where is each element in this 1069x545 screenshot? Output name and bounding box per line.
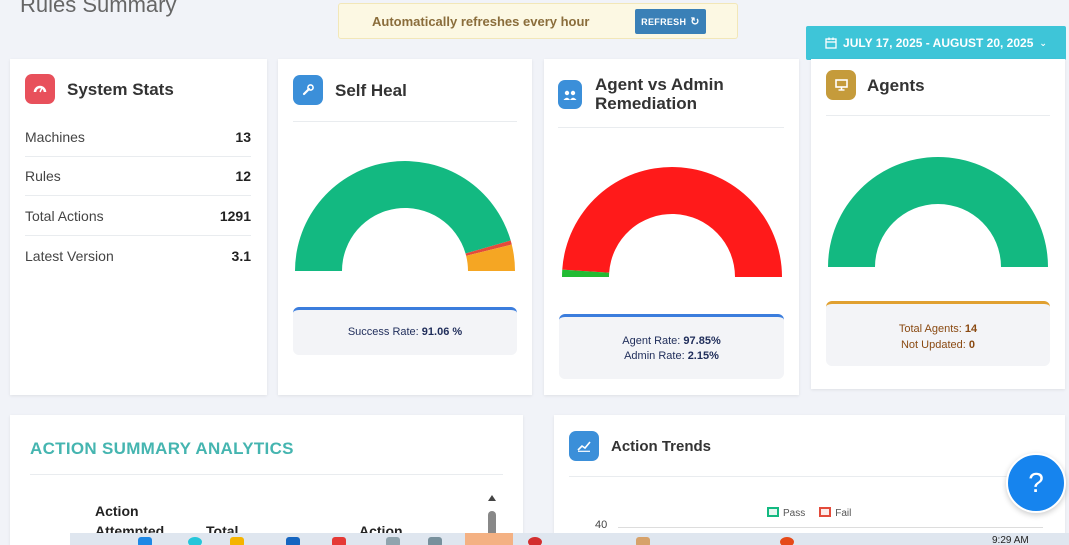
stat-label: Total Actions <box>25 208 104 224</box>
agents-counts: Total Agents: 14 Not Updated: 0 <box>826 304 1050 353</box>
agent-admin-info: Agent Rate: 97.85% Admin Rate: 2.15% <box>559 314 784 379</box>
agent-rate-label: Agent Rate: <box>622 335 681 347</box>
monitor-icon <box>826 70 856 100</box>
not-updated-label: Not Updated: <box>900 339 966 351</box>
agent-admin-card: Agent vs Admin Remediation Agent Rate: 9… <box>544 59 799 395</box>
total-agents-line: Total Agents: 14 <box>826 321 1050 337</box>
stat-label: Machines <box>25 129 85 145</box>
gauge-agent-arc <box>562 167 782 277</box>
agent-rate-value: 97.85% <box>683 335 721 347</box>
app-icon[interactable] <box>286 537 300 545</box>
agents-card: Agents Total Agents: 14 Not Updated: 0 <box>811 59 1065 389</box>
agent-rate-line: Agent Rate: 97.85% <box>559 334 784 349</box>
stat-label: Rules <box>25 168 61 184</box>
action-trends-title: Action Trends <box>611 438 712 455</box>
self-heal-title: Self Heal <box>335 81 407 100</box>
agent-admin-title: Agent vs Admin Remediation <box>595 75 724 113</box>
gauge-updated-arc <box>828 157 1048 267</box>
chart-legend: Pass Fail <box>767 507 851 519</box>
app-icon[interactable] <box>188 537 202 545</box>
stat-value: 13 <box>235 129 251 145</box>
app-icon[interactable] <box>428 537 442 545</box>
agents-gauge <box>828 157 1048 267</box>
admin-rate-line: Admin Rate: 2.15% <box>559 349 784 364</box>
action-trends-card: Action Trends Pass Fail 40 <box>554 415 1065 545</box>
self-heal-info: Success Rate: 91.06 % <box>293 307 517 355</box>
scroll-up-icon[interactable] <box>488 495 496 501</box>
app-icon[interactable] <box>780 537 794 545</box>
wrench-icon <box>293 75 323 105</box>
refresh-notice: Automatically refreshes every hour REFRE… <box>338 3 738 39</box>
refresh-button-label: REFRESH <box>641 16 687 27</box>
col-header-line1: Action <box>95 503 139 519</box>
not-updated-line: Not Updated: 0 <box>826 337 1050 353</box>
divider <box>30 474 503 475</box>
agent-admin-rates: Agent Rate: 97.85% Admin Rate: 2.15% <box>559 317 784 364</box>
app-icon[interactable] <box>636 537 650 545</box>
refresh-button[interactable]: REFRESH ↻ <box>635 9 706 34</box>
legend-pass-swatch <box>767 507 779 517</box>
date-range-picker[interactable]: JULY 17, 2025 - AUGUST 20, 2025 ⌄ <box>806 26 1066 60</box>
stat-row-rules: Rules 12 <box>25 157 251 196</box>
system-stats-card: System Stats Machines 13 Rules 12 Total … <box>10 59 267 395</box>
agent-admin-title-line1: Agent vs Admin <box>595 75 724 94</box>
success-rate-label: Success Rate: <box>347 326 419 338</box>
self-heal-gauge <box>295 161 515 271</box>
agent-admin-title-line2: Remediation <box>595 94 698 113</box>
chart-icon <box>569 431 599 461</box>
total-agents-label: Total Agents: <box>898 323 962 335</box>
stat-row-total-actions: Total Actions 1291 <box>25 197 251 236</box>
legend-fail-label: Fail <box>835 508 852 519</box>
stat-row-machines: Machines 13 <box>25 118 251 157</box>
stat-value: 1291 <box>219 208 251 224</box>
agent-admin-gauge <box>562 167 782 277</box>
help-button[interactable]: ? <box>1006 453 1066 513</box>
stat-label: Latest Version <box>25 247 114 264</box>
not-updated-value: 0 <box>968 339 975 351</box>
app-icon[interactable] <box>230 537 244 545</box>
divider <box>826 115 1050 116</box>
agents-title: Agents <box>867 76 925 95</box>
action-summary-card: ACTION SUMMARY ANALYTICS Action Attempte… <box>10 415 523 545</box>
refresh-notice-text: Automatically refreshes every hour <box>372 13 590 29</box>
divider <box>569 476 1050 477</box>
system-stats-title: System Stats <box>67 80 174 99</box>
legend-fail[interactable]: Fail <box>819 507 851 519</box>
admin-rate-value: 2.15% <box>687 350 719 362</box>
app-icon[interactable] <box>138 537 152 545</box>
legend-pass-label: Pass <box>783 508 806 519</box>
date-range-label: JULY 17, 2025 - AUGUST 20, 2025 <box>843 36 1034 50</box>
app-icon-active[interactable] <box>465 533 513 545</box>
app-icon[interactable] <box>332 537 346 545</box>
admin-rate-label: Admin Rate: <box>624 350 685 362</box>
stat-row-latest-version: Latest Version 3.1 <box>25 236 251 275</box>
stat-value: 3.1 <box>231 247 251 264</box>
agents-info: Total Agents: 14 Not Updated: 0 <box>826 301 1050 366</box>
app-icon[interactable] <box>386 537 400 545</box>
success-rate-line: Success Rate: 91.06 % <box>293 310 517 338</box>
legend-fail-swatch <box>819 507 832 517</box>
total-agents-value: 14 <box>964 323 978 335</box>
taskbar: 9:29 AM <box>70 533 1069 545</box>
divider <box>293 121 517 122</box>
dashboard-icon <box>25 74 55 104</box>
refresh-icon: ↻ <box>690 16 700 28</box>
page-title: Rules Summary <box>20 0 177 17</box>
self-heal-card: Self Heal Success Rate: 91.06 % <box>278 59 532 395</box>
divider <box>558 127 784 128</box>
app-icon[interactable] <box>528 537 542 545</box>
calendar-icon <box>825 37 837 49</box>
gridline <box>618 527 1043 528</box>
taskbar-clock: 9:29 AM <box>992 535 1029 545</box>
stat-value: 12 <box>235 168 251 184</box>
success-rate-value: 91.06 % <box>421 326 463 338</box>
legend-pass[interactable]: Pass <box>767 507 805 519</box>
users-icon <box>558 80 582 109</box>
action-summary-title: ACTION SUMMARY ANALYTICS <box>30 439 294 458</box>
y-axis-tick-top: 40 <box>595 519 608 531</box>
chevron-down-icon: ⌄ <box>1039 37 1047 48</box>
